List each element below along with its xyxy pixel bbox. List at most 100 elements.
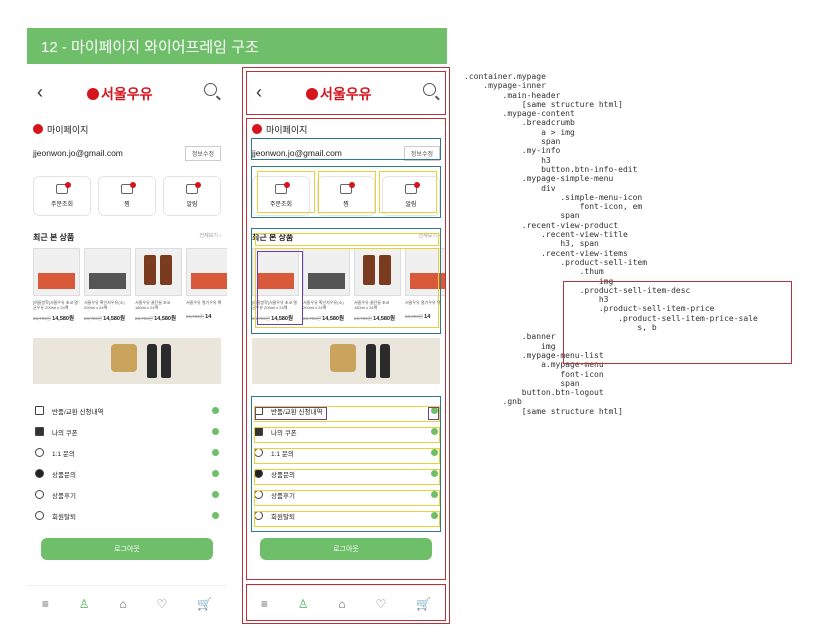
- price-old: 23,700원: [33, 316, 51, 321]
- back-icon[interactable]: ‹: [256, 82, 262, 103]
- menu-inquiry[interactable]: 1:1 문의: [252, 442, 440, 463]
- brand-icon[interactable]: [33, 124, 43, 134]
- search-icon[interactable]: [423, 83, 436, 96]
- menu-icon[interactable]: ≡: [42, 597, 49, 611]
- product-item[interactable]: 서울우유 꿀탄꿀 초코 180ml x 24팩 23,700원 14,580원: [354, 248, 401, 322]
- simple-menu-alarm[interactable]: 알림: [382, 176, 440, 216]
- question-icon: [254, 448, 263, 457]
- heart-icon[interactable]: ♡: [375, 597, 386, 611]
- simple-menu-alarm[interactable]: 알림: [163, 176, 221, 216]
- my-info: jjeonwon.jo@gmail.com 정보수정: [252, 144, 440, 162]
- logo[interactable]: 서울우유: [87, 84, 153, 104]
- view-all-link[interactable]: 전체보기 ›: [419, 232, 440, 244]
- simple-menu-orders[interactable]: 주문조회: [33, 176, 91, 216]
- price-sale: 14,580원: [271, 316, 294, 322]
- logout-button[interactable]: 로그아웃: [41, 538, 213, 560]
- home-icon[interactable]: ⌂: [119, 597, 126, 611]
- section-title: 12 - 마이페이지 와이어프레임 구조: [27, 28, 447, 64]
- arrow-icon: [431, 449, 438, 456]
- user-icon[interactable]: ♙: [79, 597, 90, 611]
- price-old: 23,700원: [405, 314, 423, 319]
- price-old: 23,700원: [84, 316, 102, 321]
- phone-wireframe-plain: ‹ 서울우유 마이페이지 jjeonwon.jo@gmail.com 정보수정 …: [27, 72, 227, 622]
- home-icon[interactable]: ⌂: [338, 597, 345, 611]
- badge: [284, 182, 290, 188]
- phone-wireframe-annotated: ‹ 서울우유 마이페이지 jjeonwon.jo@gmail.com 정보수정 …: [246, 72, 446, 622]
- simple-menu-label: 찜: [124, 202, 130, 208]
- product-item[interactable]: 서울우유 멸기우유 팩 23,700원 14: [405, 248, 446, 322]
- product-item[interactable]: [여름방학]서울우유 초코 멸균우유 200ml x 24팩 23,700원 14…: [33, 248, 80, 322]
- menu-withdraw[interactable]: 회원탈퇴: [33, 505, 221, 526]
- product-item[interactable]: [여름방학]서울우유 초코 멸균우유 200ml x 24팩 23,700원 14…: [252, 248, 299, 322]
- breadcrumb-label: 마이페이지: [266, 124, 308, 135]
- banner[interactable]: [252, 338, 440, 384]
- arrow-icon: [431, 512, 438, 519]
- menu-label: 상품후기: [52, 492, 76, 500]
- cart-icon[interactable]: 🛒: [416, 597, 431, 611]
- menu-product-qna[interactable]: 상품문의: [33, 463, 221, 484]
- logout-button[interactable]: 로그아웃: [260, 538, 432, 560]
- simple-menu: 주문조회 찜 알림: [33, 176, 221, 216]
- logo-text: 서울우유: [320, 86, 372, 102]
- recent-title: 최근 본 상품: [252, 233, 294, 242]
- menu-icon[interactable]: ≡: [261, 597, 268, 611]
- code-line: h3: [464, 155, 551, 165]
- code-line: .recent-view-title: [464, 230, 628, 240]
- help-icon: [254, 469, 263, 478]
- banner[interactable]: [33, 338, 221, 384]
- product-item[interactable]: 서울우유 확인자우유(소) 200ml x 24팩 23,700원 14,580원: [84, 248, 131, 322]
- menu-product-qna[interactable]: 상품문의: [252, 463, 440, 484]
- price-sale: 14,580원: [154, 316, 177, 322]
- menu-review[interactable]: 상품후기: [33, 484, 221, 505]
- menu-coupon[interactable]: 나의 쿠폰: [33, 421, 221, 442]
- info-edit-button[interactable]: 정보수정: [184, 145, 221, 161]
- product-desc: 서울우유 멸기우유 팩: [186, 300, 222, 305]
- recent-items: [여름방학]서울우유 초코 멸균우유 200ml x 24팩 23,700원 14…: [252, 248, 446, 322]
- price-sale: 14,580원: [52, 316, 75, 322]
- product-desc: 서울우유 멸기우유 팩: [405, 300, 441, 305]
- product-item[interactable]: 서울우유 확인자우유(소) 200ml x 24팩 23,700원 14,580원: [303, 248, 350, 322]
- product-item[interactable]: 서울우유 멸기우유 팩 23,700원 14: [186, 248, 227, 322]
- user-icon[interactable]: ♙: [298, 597, 309, 611]
- code-line: .recent-view-items: [464, 248, 628, 258]
- view-all-link[interactable]: 전체보기 ›: [200, 232, 221, 244]
- user-email: jjeonwon.jo@gmail.com: [33, 148, 123, 158]
- banner-image: [330, 344, 356, 372]
- cart-icon[interactable]: 🛒: [197, 597, 212, 611]
- back-icon[interactable]: ‹: [37, 82, 43, 103]
- product-item[interactable]: 서울우유 꿀탄꿀 초코 180ml x 24팩 23,700원 14,580원: [135, 248, 182, 322]
- simple-menu-wish[interactable]: 찜: [317, 176, 375, 216]
- simple-menu-orders[interactable]: 주문조회: [252, 176, 310, 216]
- menu-coupon[interactable]: 나의 쿠폰: [252, 421, 440, 442]
- badge: [349, 182, 355, 188]
- search-icon[interactable]: [204, 83, 217, 96]
- coupon-icon: [254, 427, 263, 436]
- menu-label: 1:1 문의: [52, 450, 75, 458]
- product-desc: 서울우유 확인자우유(소) 200ml x 24팩: [303, 300, 344, 311]
- price-sale: 14,580원: [373, 316, 396, 322]
- menu-withdraw[interactable]: 회원탈퇴: [252, 505, 440, 526]
- arrow-icon: [431, 491, 438, 498]
- menu-review[interactable]: 상품후기: [252, 484, 440, 505]
- menu-return[interactable]: 반품/교환 신청내역: [252, 400, 440, 421]
- product-desc: 서울우유 꿀탄꿀 초코 180ml x 24팩: [354, 300, 390, 311]
- help-icon: [35, 469, 44, 478]
- receipt-icon: [35, 406, 44, 415]
- info-edit-button[interactable]: 정보수정: [403, 145, 440, 161]
- menu-label: 나의 쿠폰: [271, 429, 297, 437]
- simple-menu-wish[interactable]: 찜: [98, 176, 156, 216]
- logo[interactable]: 서울우유: [306, 84, 372, 104]
- code-line: h3, span: [464, 239, 599, 249]
- receipt-icon: [254, 406, 263, 415]
- brand-icon[interactable]: [252, 124, 262, 134]
- code-line: .simple-menu-icon: [464, 192, 643, 202]
- code-line: [same structure html]: [464, 406, 623, 416]
- coupon-icon: [35, 427, 44, 436]
- heart-icon[interactable]: ♡: [156, 597, 167, 611]
- menu-inquiry[interactable]: 1:1 문의: [33, 442, 221, 463]
- code-line: .product-sell-item: [464, 257, 648, 267]
- menu-label: 회원탈퇴: [271, 513, 295, 521]
- menu-return[interactable]: 반품/교환 신청내역: [33, 400, 221, 421]
- arrow-icon: [431, 470, 438, 477]
- arrow-icon: [212, 512, 219, 519]
